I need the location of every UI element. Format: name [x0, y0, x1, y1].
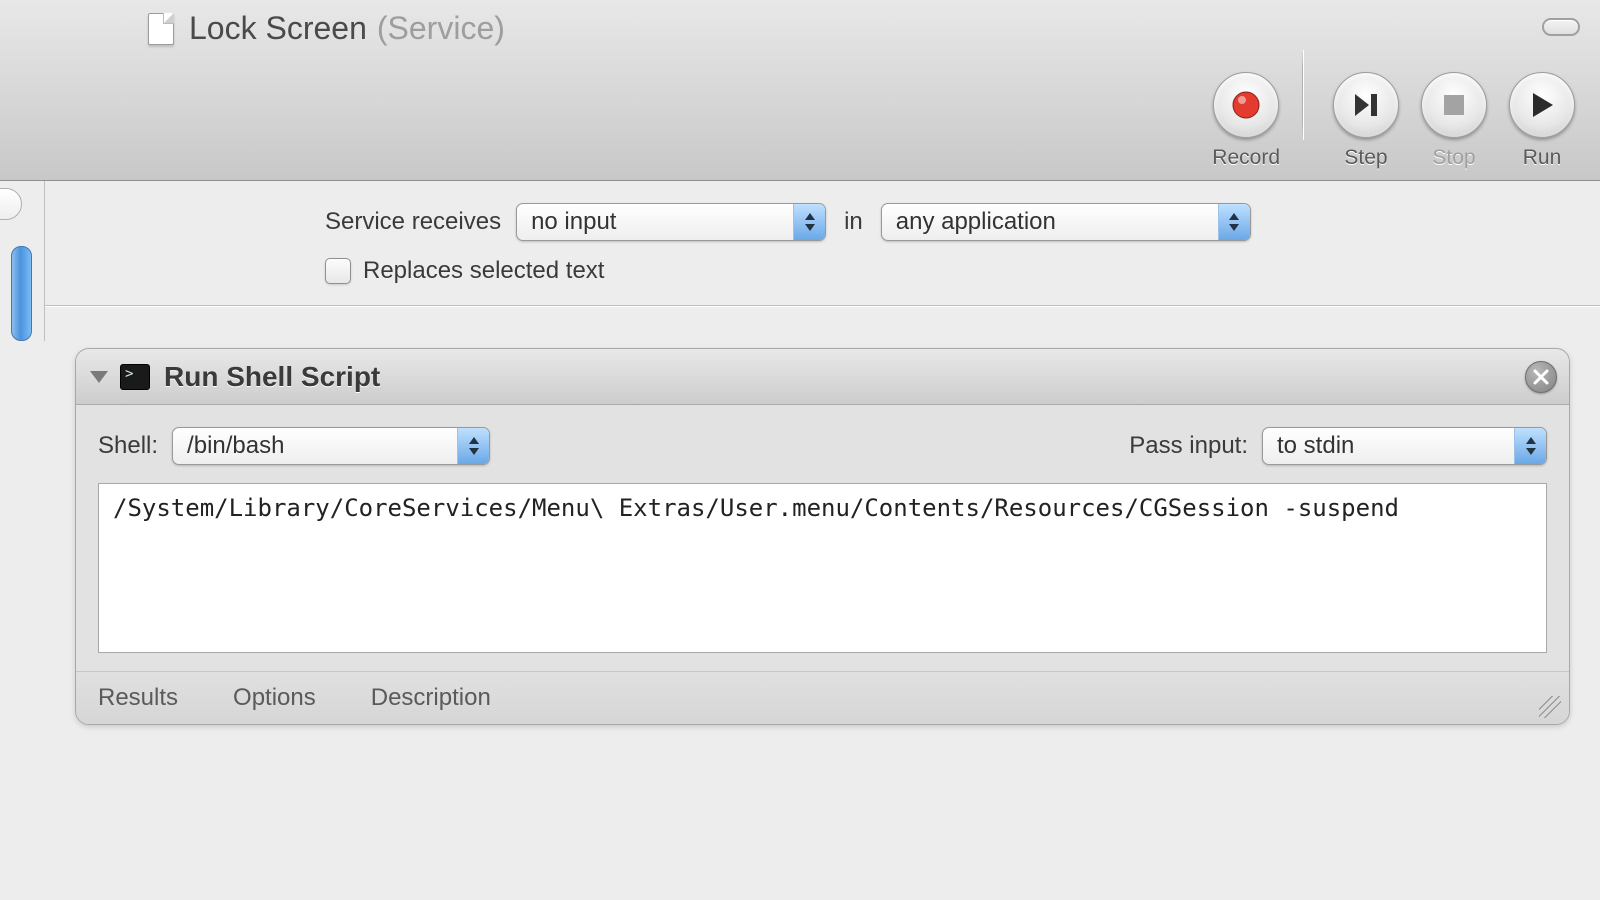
run-button[interactable]	[1509, 72, 1575, 138]
action-body: Shell: /bin/bash Pass input: to stdin /S…	[76, 405, 1569, 653]
document-icon	[148, 13, 174, 45]
content-area: Service receives no input in any applica…	[0, 181, 1600, 900]
updown-icon	[467, 435, 481, 457]
updown-icon	[1524, 435, 1538, 457]
pass-input-label: Pass input:	[1129, 432, 1248, 460]
window-subtitle: (Service)	[377, 10, 505, 47]
step-icon	[1351, 90, 1381, 120]
action-header[interactable]: Run Shell Script	[76, 349, 1569, 405]
service-input-value: no input	[531, 208, 781, 236]
window-title: Lock Screen	[189, 10, 367, 47]
record-label: Record	[1212, 146, 1280, 170]
toolbar-separator	[1302, 50, 1303, 140]
record-icon	[1231, 90, 1261, 120]
tab-options[interactable]: Options	[233, 684, 316, 712]
service-receives-label: Service receives	[325, 208, 501, 236]
toolbar-button-group: Record Step Stop Run	[1190, 50, 1575, 170]
close-icon	[1533, 369, 1549, 385]
toolbar-pill-button[interactable]	[1542, 18, 1580, 36]
disclosure-triangle-icon[interactable]	[90, 371, 108, 383]
service-app-select[interactable]: any application	[881, 203, 1251, 241]
action-run-shell-script: Run Shell Script Shell: /bin/bash Pass i…	[75, 348, 1570, 725]
library-toggle[interactable]	[0, 188, 22, 220]
pass-input-select[interactable]: to stdin	[1262, 427, 1547, 465]
service-in-label: in	[844, 208, 863, 236]
service-input-select[interactable]: no input	[516, 203, 826, 241]
step-button[interactable]	[1333, 72, 1399, 138]
resize-grip-icon[interactable]	[1539, 696, 1561, 718]
tab-description[interactable]: Description	[371, 684, 491, 712]
terminal-icon	[120, 364, 150, 390]
shell-select[interactable]: /bin/bash	[172, 427, 490, 465]
stop-button[interactable]	[1421, 72, 1487, 138]
play-icon	[1528, 90, 1556, 120]
sidebar-scrollbar-thumb[interactable]	[11, 246, 32, 341]
replaces-text-label: Replaces selected text	[363, 257, 604, 285]
action-title: Run Shell Script	[164, 361, 380, 393]
window-title-row: Lock Screen (Service)	[20, 0, 1580, 47]
action-footer: Results Options Description	[76, 671, 1569, 724]
window-toolbar: Lock Screen (Service) Record Step Stop	[0, 0, 1600, 181]
shell-label: Shell:	[98, 432, 158, 460]
updown-icon	[1227, 211, 1241, 233]
shell-value: /bin/bash	[187, 432, 445, 460]
service-app-value: any application	[896, 208, 1206, 236]
stop-label: Stop	[1432, 146, 1475, 170]
step-label: Step	[1344, 146, 1387, 170]
updown-icon	[803, 211, 817, 233]
tab-results[interactable]: Results	[98, 684, 178, 712]
action-close-button[interactable]	[1525, 361, 1557, 393]
script-textarea[interactable]: /System/Library/CoreServices/Menu\ Extra…	[98, 483, 1547, 653]
replaces-text-checkbox[interactable]	[325, 258, 351, 284]
service-config-bar: Service receives no input in any applica…	[45, 181, 1600, 306]
sidebar-edge	[0, 181, 45, 341]
stop-icon	[1441, 92, 1467, 118]
record-button[interactable]	[1213, 72, 1279, 138]
run-label: Run	[1523, 146, 1562, 170]
pass-input-value: to stdin	[1277, 432, 1502, 460]
